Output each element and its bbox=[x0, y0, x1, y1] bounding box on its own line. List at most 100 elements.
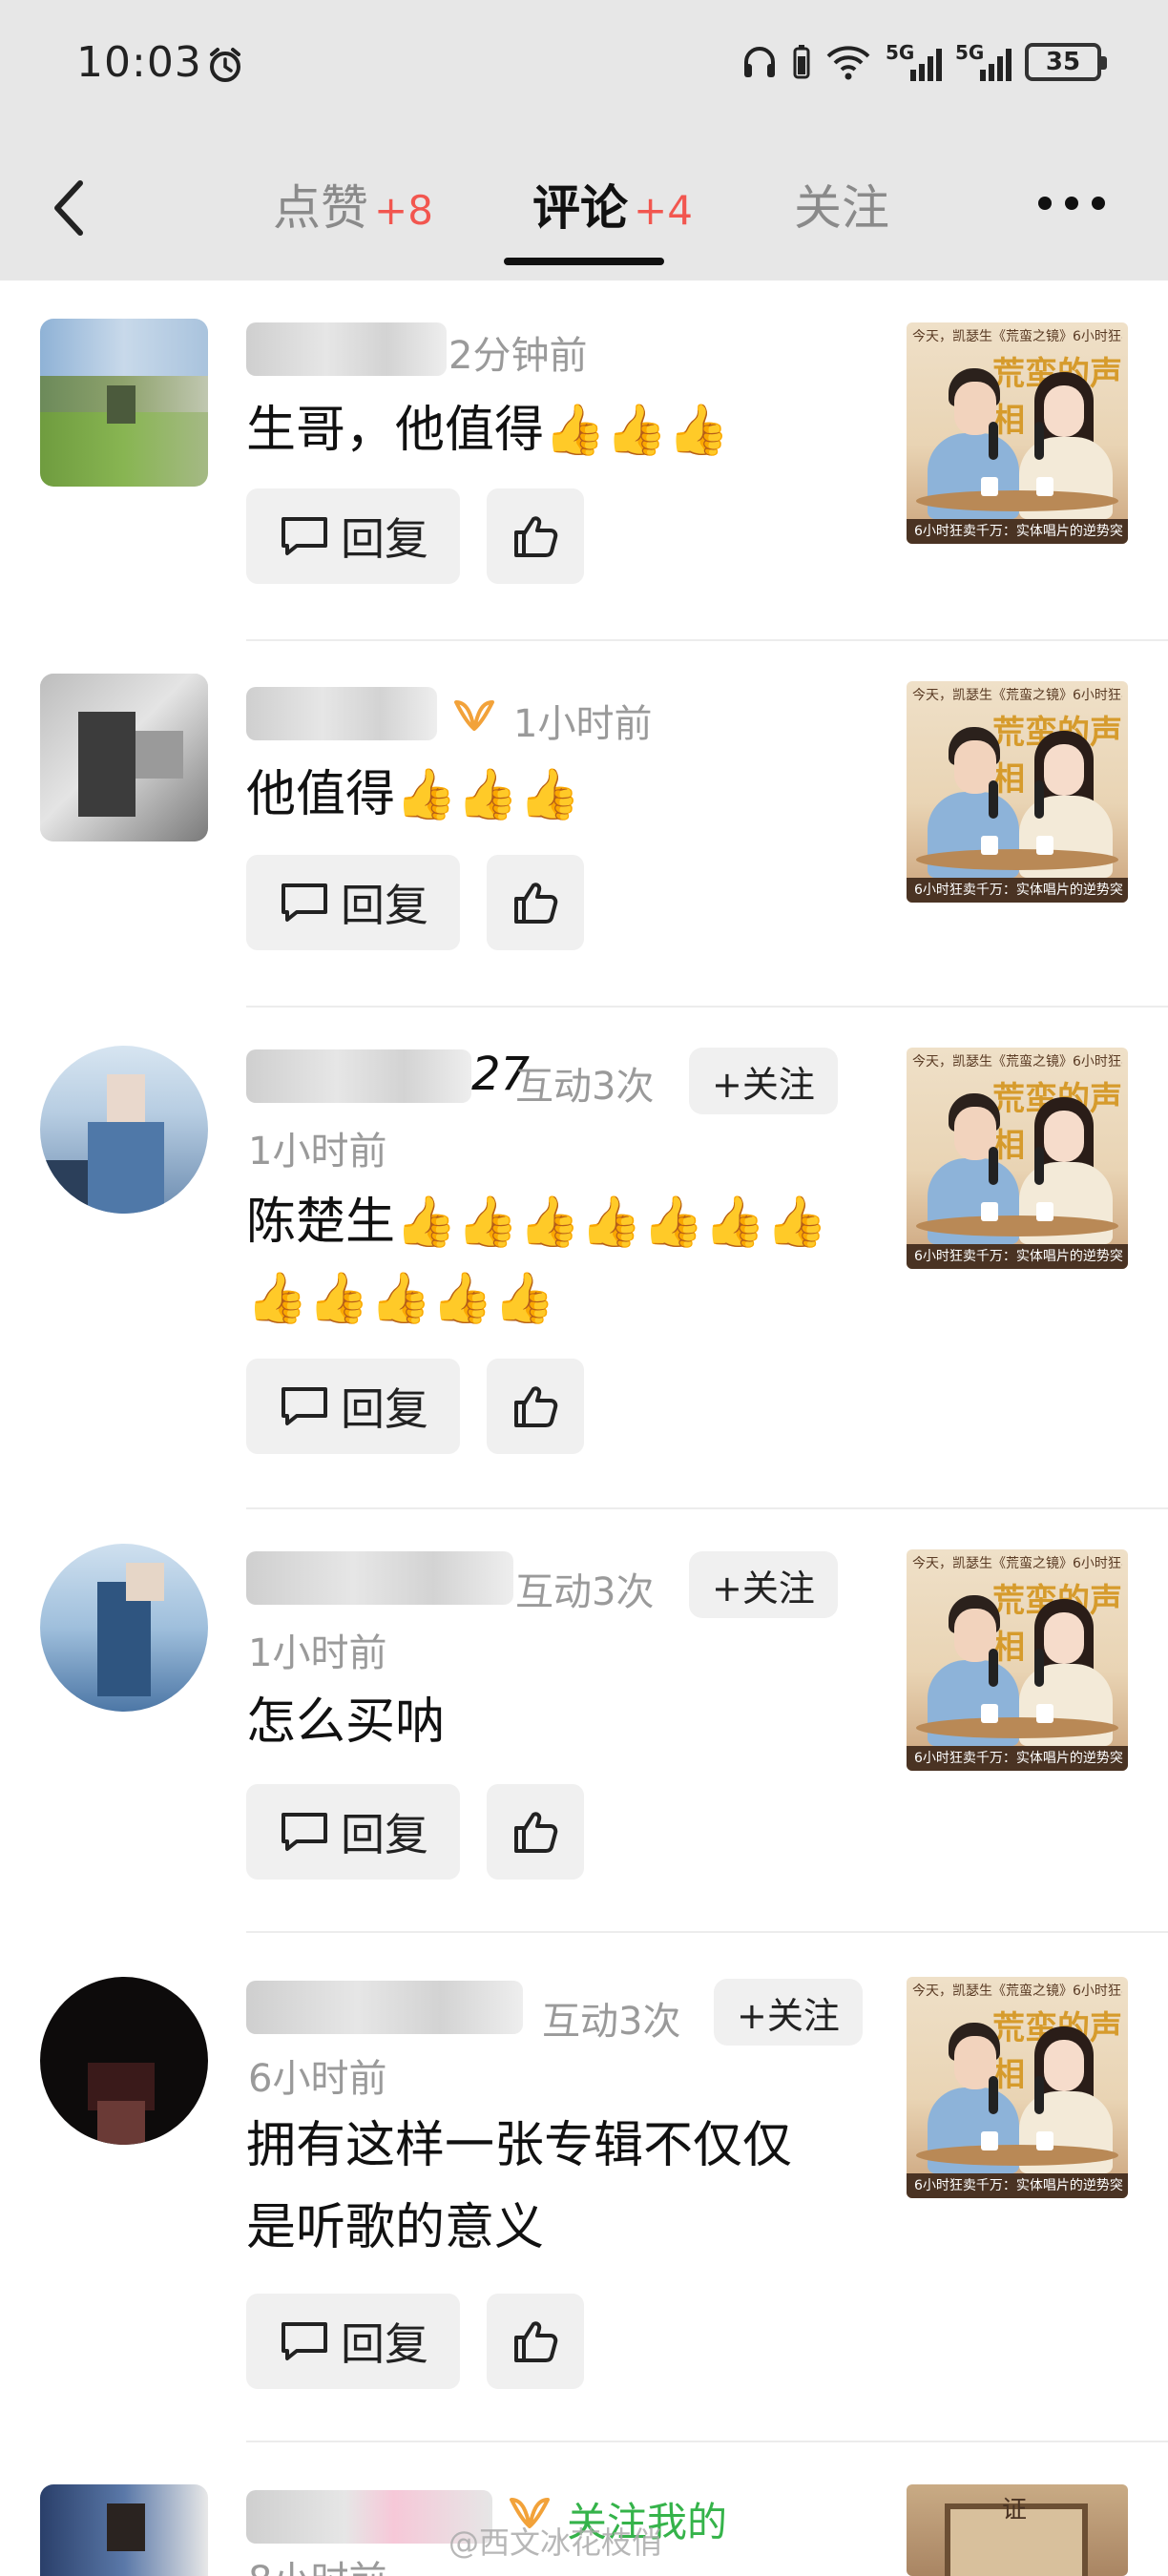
poster-caption: 今天，凯瑟生《荒蛮之镜》6小时狂卖千万 bbox=[912, 688, 1122, 703]
like-button[interactable] bbox=[487, 2294, 584, 2389]
divider bbox=[246, 1006, 1168, 1008]
divider bbox=[246, 1931, 1168, 1933]
username-blurred[interactable] bbox=[246, 1049, 471, 1103]
poster-caption: 今天，凯瑟生《荒蛮之镜》6小时狂卖千万 bbox=[912, 329, 1122, 344]
alarm-icon bbox=[210, 48, 240, 82]
user-avatar[interactable] bbox=[40, 2484, 208, 2576]
tab-comments[interactable]: 评论 +4 bbox=[532, 170, 693, 239]
poster-subtitle: 6小时狂卖千万：实体唱片的逆势突围 bbox=[914, 883, 1124, 898]
notification-header: 点赞 +8 评论 +4 关注 bbox=[0, 134, 1168, 280]
user-avatar[interactable] bbox=[40, 674, 208, 841]
comment-text: 生哥，他值得👍👍👍 bbox=[246, 402, 730, 459]
network-type-label: 5G bbox=[955, 41, 985, 64]
interaction-count: 互动3次 bbox=[542, 2000, 681, 2044]
user-avatar[interactable] bbox=[40, 319, 208, 487]
username-blurred[interactable] bbox=[246, 1551, 513, 1605]
tab-follows[interactable]: 关注 bbox=[794, 170, 889, 239]
small-battery-icon bbox=[793, 45, 810, 79]
comment-time: 8小时前 bbox=[248, 2549, 386, 2576]
video-thumbnail[interactable]: 今天，凯瑟生《荒蛮之镜》6小时狂卖千万 荒蛮的声相 6小时狂卖千万：实体唱片的逆… bbox=[907, 1977, 1128, 2198]
thumbs-up-icon bbox=[514, 1386, 558, 1427]
user-avatar[interactable] bbox=[40, 1977, 208, 2145]
username-blurred[interactable] bbox=[246, 687, 437, 740]
network-type-label: 5G bbox=[886, 41, 915, 64]
comment-text-line2: 是听歌的意义 bbox=[246, 2199, 545, 2256]
tab-likes[interactable]: 点赞 +8 bbox=[273, 170, 433, 239]
poster-caption: 今天，凯瑟生《荒蛮之镜》6小时狂卖千万 bbox=[912, 1556, 1122, 1571]
divider bbox=[246, 639, 1168, 641]
comment-time: 1小时前 bbox=[248, 1631, 387, 1675]
battery-indicator: 35 bbox=[1025, 43, 1107, 81]
comment-time: 1小时前 bbox=[248, 1130, 387, 1174]
reply-button[interactable]: 回复 bbox=[246, 1359, 460, 1454]
member-badge-icon bbox=[454, 700, 494, 731]
thumbs-up-emoji: 👍👍👍 bbox=[544, 402, 730, 459]
comment-text-line2: 👍👍👍👍👍 bbox=[246, 1257, 555, 1340]
status-icons: 5G 5G 35 bbox=[740, 38, 1107, 86]
comment-icon bbox=[282, 883, 327, 922]
like-button[interactable] bbox=[487, 855, 584, 950]
username-blurred[interactable] bbox=[246, 322, 447, 376]
thumbs-up-emoji: 👍👍👍 bbox=[395, 766, 581, 823]
cell-signal-1: 5G bbox=[886, 41, 942, 81]
follow-button[interactable]: +关注 bbox=[689, 1048, 838, 1114]
user-avatar[interactable] bbox=[40, 1046, 208, 1214]
tab-count: +8 bbox=[374, 187, 433, 234]
status-time: 10:03 bbox=[76, 38, 202, 87]
cell-signal-2: 5G bbox=[955, 41, 1012, 81]
video-thumbnail[interactable]: 今天，凯瑟生《荒蛮之镜》6小时狂卖千万 荒蛮的声相 6小时狂卖千万：实体唱片的逆… bbox=[907, 1048, 1128, 1269]
thumbs-up-icon bbox=[514, 883, 558, 924]
watermark-text: @西文冰花枝俏 bbox=[448, 2524, 663, 2561]
thumbs-up-emoji: 👍👍👍👍👍👍👍 bbox=[395, 1194, 828, 1251]
comment-text: 拥有这样一张专辑不仅仅 bbox=[246, 2117, 793, 2174]
comment-icon bbox=[282, 1813, 327, 1851]
reply-button[interactable]: 回复 bbox=[246, 1784, 460, 1880]
reply-button[interactable]: 回复 bbox=[246, 488, 460, 584]
poster-caption: 今天，凯瑟生《荒蛮之镜》6小时狂卖千万 bbox=[912, 1054, 1122, 1070]
comment-text: 怎么买呐 bbox=[246, 1693, 446, 1751]
poster-subtitle: 6小时狂卖千万：实体唱片的逆势突围 bbox=[914, 2178, 1124, 2193]
video-thumbnail[interactable]: 证 bbox=[907, 2484, 1128, 2576]
follow-button[interactable]: +关注 bbox=[689, 1551, 838, 1618]
like-button[interactable] bbox=[487, 1784, 584, 1880]
video-thumbnail[interactable]: 今天，凯瑟生《荒蛮之镜》6小时狂卖千万 荒蛮的声相 6小时狂卖千万：实体唱片的逆… bbox=[907, 681, 1128, 903]
follow-button[interactable]: +关注 bbox=[714, 1979, 863, 2046]
poster-subtitle: 6小时狂卖千万：实体唱片的逆势突围 bbox=[914, 1751, 1124, 1766]
interaction-count: 互动3次 bbox=[515, 1570, 655, 1614]
like-button[interactable] bbox=[487, 1359, 584, 1454]
comment-icon bbox=[282, 1387, 327, 1425]
comment-time: 1小时前 bbox=[513, 702, 653, 746]
tab-label: 点赞 bbox=[273, 180, 368, 236]
interaction-count: 互动3次 bbox=[515, 1065, 655, 1109]
thumbs-up-emoji: 👍👍👍👍👍 bbox=[246, 1270, 555, 1327]
tab-label: 关注 bbox=[794, 180, 889, 236]
status-bar: 10:03 5G 5G 35 bbox=[0, 0, 1168, 134]
reply-button[interactable]: 回复 bbox=[246, 2294, 460, 2389]
poster-char: 证 bbox=[1002, 2496, 1028, 2524]
username-blurred[interactable] bbox=[246, 1981, 523, 2034]
poster-caption: 今天，凯瑟生《荒蛮之镜》6小时狂卖千万 bbox=[912, 1984, 1122, 1999]
comment-icon bbox=[282, 2322, 327, 2360]
poster-subtitle: 6小时狂卖千万：实体唱片的逆势突围 bbox=[914, 1249, 1124, 1264]
back-arrow-icon[interactable] bbox=[44, 170, 97, 246]
more-options-icon[interactable] bbox=[1038, 197, 1105, 210]
user-avatar[interactable] bbox=[40, 1544, 208, 1712]
comment-text: 陈楚生👍👍👍👍👍👍👍 bbox=[246, 1194, 828, 1251]
headphones-icon bbox=[744, 47, 775, 77]
video-thumbnail[interactable]: 今天，凯瑟生《荒蛮之镜》6小时狂卖千万 荒蛮的声相 6小时狂卖千万：实体唱片的逆… bbox=[907, 1549, 1128, 1771]
divider bbox=[246, 1507, 1168, 1509]
poster-subtitle: 6小时狂卖千万：实体唱片的逆势突围 bbox=[914, 524, 1124, 539]
comment-time: 6小时前 bbox=[248, 2057, 387, 2101]
thumbs-up-icon bbox=[514, 516, 558, 557]
reply-button[interactable]: 回复 bbox=[246, 855, 460, 950]
video-thumbnail[interactable]: 今天，凯瑟生《荒蛮之镜》6小时狂卖千万 荒蛮的声相 6小时狂卖千万：实体唱片的逆… bbox=[907, 322, 1128, 544]
wifi-icon bbox=[826, 46, 870, 80]
like-button[interactable] bbox=[487, 488, 584, 584]
tab-count: +4 bbox=[634, 187, 693, 234]
active-tab-indicator bbox=[504, 258, 664, 265]
tab-label: 评论 bbox=[532, 180, 628, 236]
thumbs-up-icon bbox=[514, 1812, 558, 1853]
divider bbox=[246, 2441, 1168, 2442]
comment-icon bbox=[282, 517, 327, 555]
comment-time: 2分钟前 bbox=[448, 334, 588, 378]
